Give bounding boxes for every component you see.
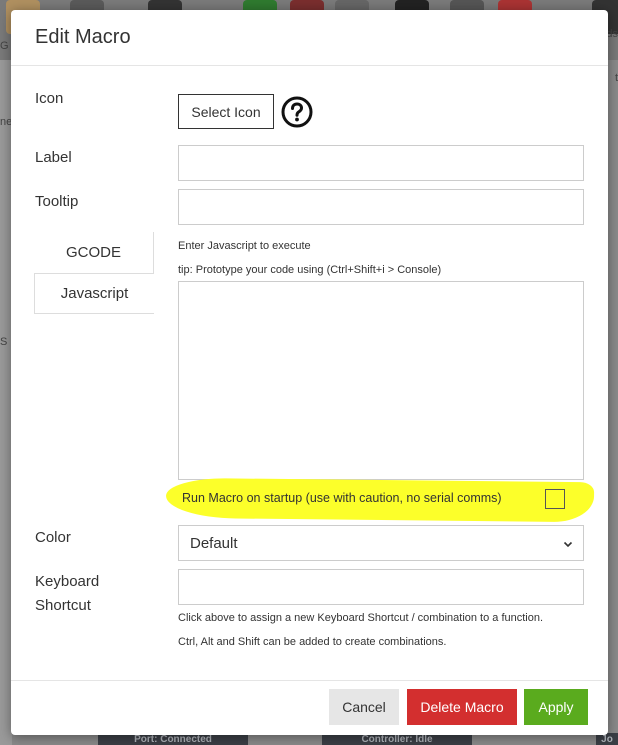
shortcut-label-line1: Keyboard	[35, 573, 100, 590]
run-on-startup-label: Run Macro on startup (use with caution, …	[182, 491, 502, 505]
dialog-title: Edit Macro	[35, 26, 131, 48]
js-hint-text: Enter Javascript to execute	[178, 240, 311, 252]
bg-fragment: ds	[606, 28, 618, 40]
edit-macro-dialog: Edit Macro Icon Select Icon Label Toolti…	[11, 10, 608, 735]
icon-label: Icon	[35, 90, 64, 107]
select-icon-button[interactable]: Select Icon	[178, 94, 274, 129]
apply-button[interactable]: Apply	[524, 689, 588, 725]
label-input[interactable]	[178, 145, 584, 181]
js-tip-text: tip: Prototype your code using (Ctrl+Shi…	[178, 264, 442, 276]
keyboard-shortcut-input[interactable]	[178, 569, 584, 605]
shortcut-label-line2: Shortcut	[35, 597, 91, 614]
shortcut-help-line1: Click above to assign a new Keyboard Sho…	[178, 612, 544, 624]
tooltip-label: Tooltip	[35, 193, 79, 210]
color-selected-value: Default	[190, 534, 238, 552]
color-select[interactable]: Default	[178, 525, 584, 561]
shortcut-help-line2: Ctrl, Alt and Shift can be added to crea…	[178, 636, 447, 648]
bg-fragment: S	[0, 336, 8, 348]
cancel-button[interactable]: Cancel	[329, 689, 399, 725]
delete-macro-button[interactable]: Delete Macro	[407, 689, 517, 725]
tab-gcode[interactable]: GCODE	[34, 232, 154, 273]
run-on-startup-checkbox[interactable]	[545, 489, 565, 509]
help-icon[interactable]	[281, 96, 313, 128]
javascript-code-editor[interactable]	[178, 281, 584, 480]
tab-javascript[interactable]: Javascript	[34, 273, 154, 314]
dialog-footer	[11, 680, 608, 735]
dialog-header: Edit Macro	[11, 10, 608, 66]
bg-fragment: G	[0, 40, 9, 52]
chevron-down-icon	[563, 541, 573, 548]
tooltip-input[interactable]	[178, 189, 584, 225]
color-label: Color	[35, 529, 71, 546]
label-label: Label	[35, 149, 72, 166]
